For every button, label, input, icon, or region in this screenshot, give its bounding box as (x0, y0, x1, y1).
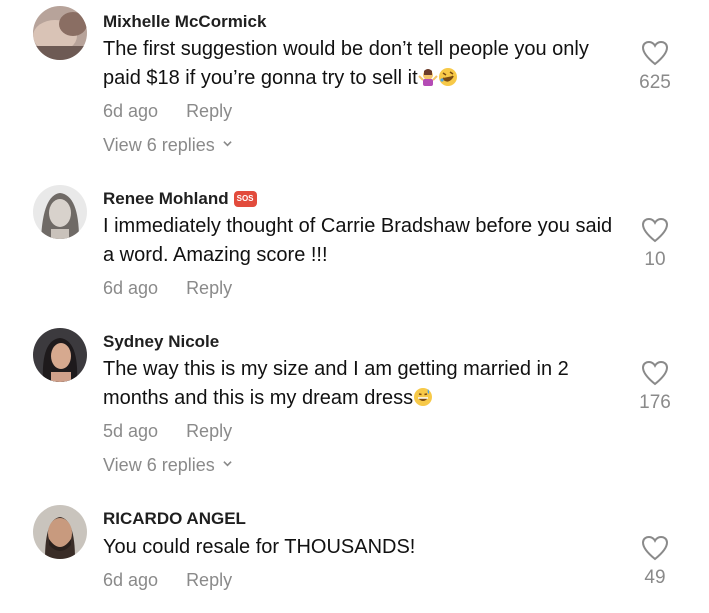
comment-text: I immediately thought of Carrie Bradshaw… (103, 215, 613, 266)
reply-button[interactable]: Reply (186, 101, 232, 121)
comment-item: Sydney Nicole The way this is my size an… (0, 313, 709, 493)
chevron-down-icon (223, 461, 232, 467)
comment-time: 6d ago (103, 278, 159, 298)
comment-text-content: The first suggestion would be don’t tell… (103, 38, 589, 89)
comment-meta: 6d ago Reply (103, 101, 232, 122)
sos-badge: SOS (233, 191, 257, 207)
reply-button[interactable]: Reply (186, 421, 232, 441)
rofl-emoji (438, 67, 457, 86)
comment-text: The way this is my size and I am getting… (103, 355, 623, 412)
comment-item: RICARDO ANGEL You could resale for THOUS… (0, 493, 709, 613)
comment-meta: 6d ago Reply (103, 278, 232, 299)
comment-meta: 5d ago Reply (103, 421, 232, 442)
like-count: 10 (644, 249, 666, 270)
comment-username[interactable]: Mixhelle McCormick (103, 12, 266, 32)
view-replies-label: View 6 replies (103, 135, 215, 155)
like-count: 49 (644, 567, 666, 588)
like-button[interactable]: 49 (625, 535, 685, 589)
comment-username-text: Renee Mohland (103, 189, 229, 208)
comment-text: The first suggestion would be don’t tell… (103, 35, 623, 92)
comment-item: Renee Mohland SOS I immediately thought o… (0, 170, 709, 310)
comment-meta: 6d ago Reply (103, 570, 232, 591)
view-replies-label: View 6 replies (103, 455, 215, 475)
view-replies-button[interactable]: View 6 replies (103, 135, 232, 156)
like-count: 625 (639, 72, 671, 93)
heart-icon (641, 535, 669, 561)
comment-time: 5d ago (103, 421, 159, 441)
avatar[interactable] (33, 185, 87, 239)
avatar[interactable] (33, 328, 87, 382)
comment-text: You could resale for THOUSANDS! (103, 536, 416, 558)
avatar[interactable] (33, 6, 87, 60)
comment-username[interactable]: Renee Mohland SOS (103, 189, 257, 209)
comment-time: 6d ago (103, 101, 159, 121)
reply-button[interactable]: Reply (186, 570, 232, 590)
comment-time: 6d ago (103, 570, 159, 590)
chevron-down-icon (223, 141, 232, 147)
like-button[interactable]: 10 (625, 217, 685, 271)
comment-item: Mixhelle McCormick The first suggestion … (0, 0, 709, 170)
comment-username[interactable]: RICARDO ANGEL (103, 509, 246, 529)
like-button[interactable]: 625 (625, 40, 685, 94)
comment-text-content: The way this is my size and I am getting… (103, 358, 569, 409)
heart-icon (641, 360, 669, 386)
grinning-sweat-emoji (414, 387, 433, 406)
reply-button[interactable]: Reply (186, 278, 232, 298)
like-button[interactable]: 176 (625, 360, 685, 414)
heart-icon (641, 217, 669, 243)
like-count: 176 (639, 392, 671, 413)
comment-username[interactable]: Sydney Nicole (103, 332, 219, 352)
view-replies-button[interactable]: View 6 replies (103, 455, 232, 476)
woman-shrugging-emoji (417, 68, 438, 86)
avatar[interactable] (33, 505, 87, 559)
heart-icon (641, 40, 669, 66)
